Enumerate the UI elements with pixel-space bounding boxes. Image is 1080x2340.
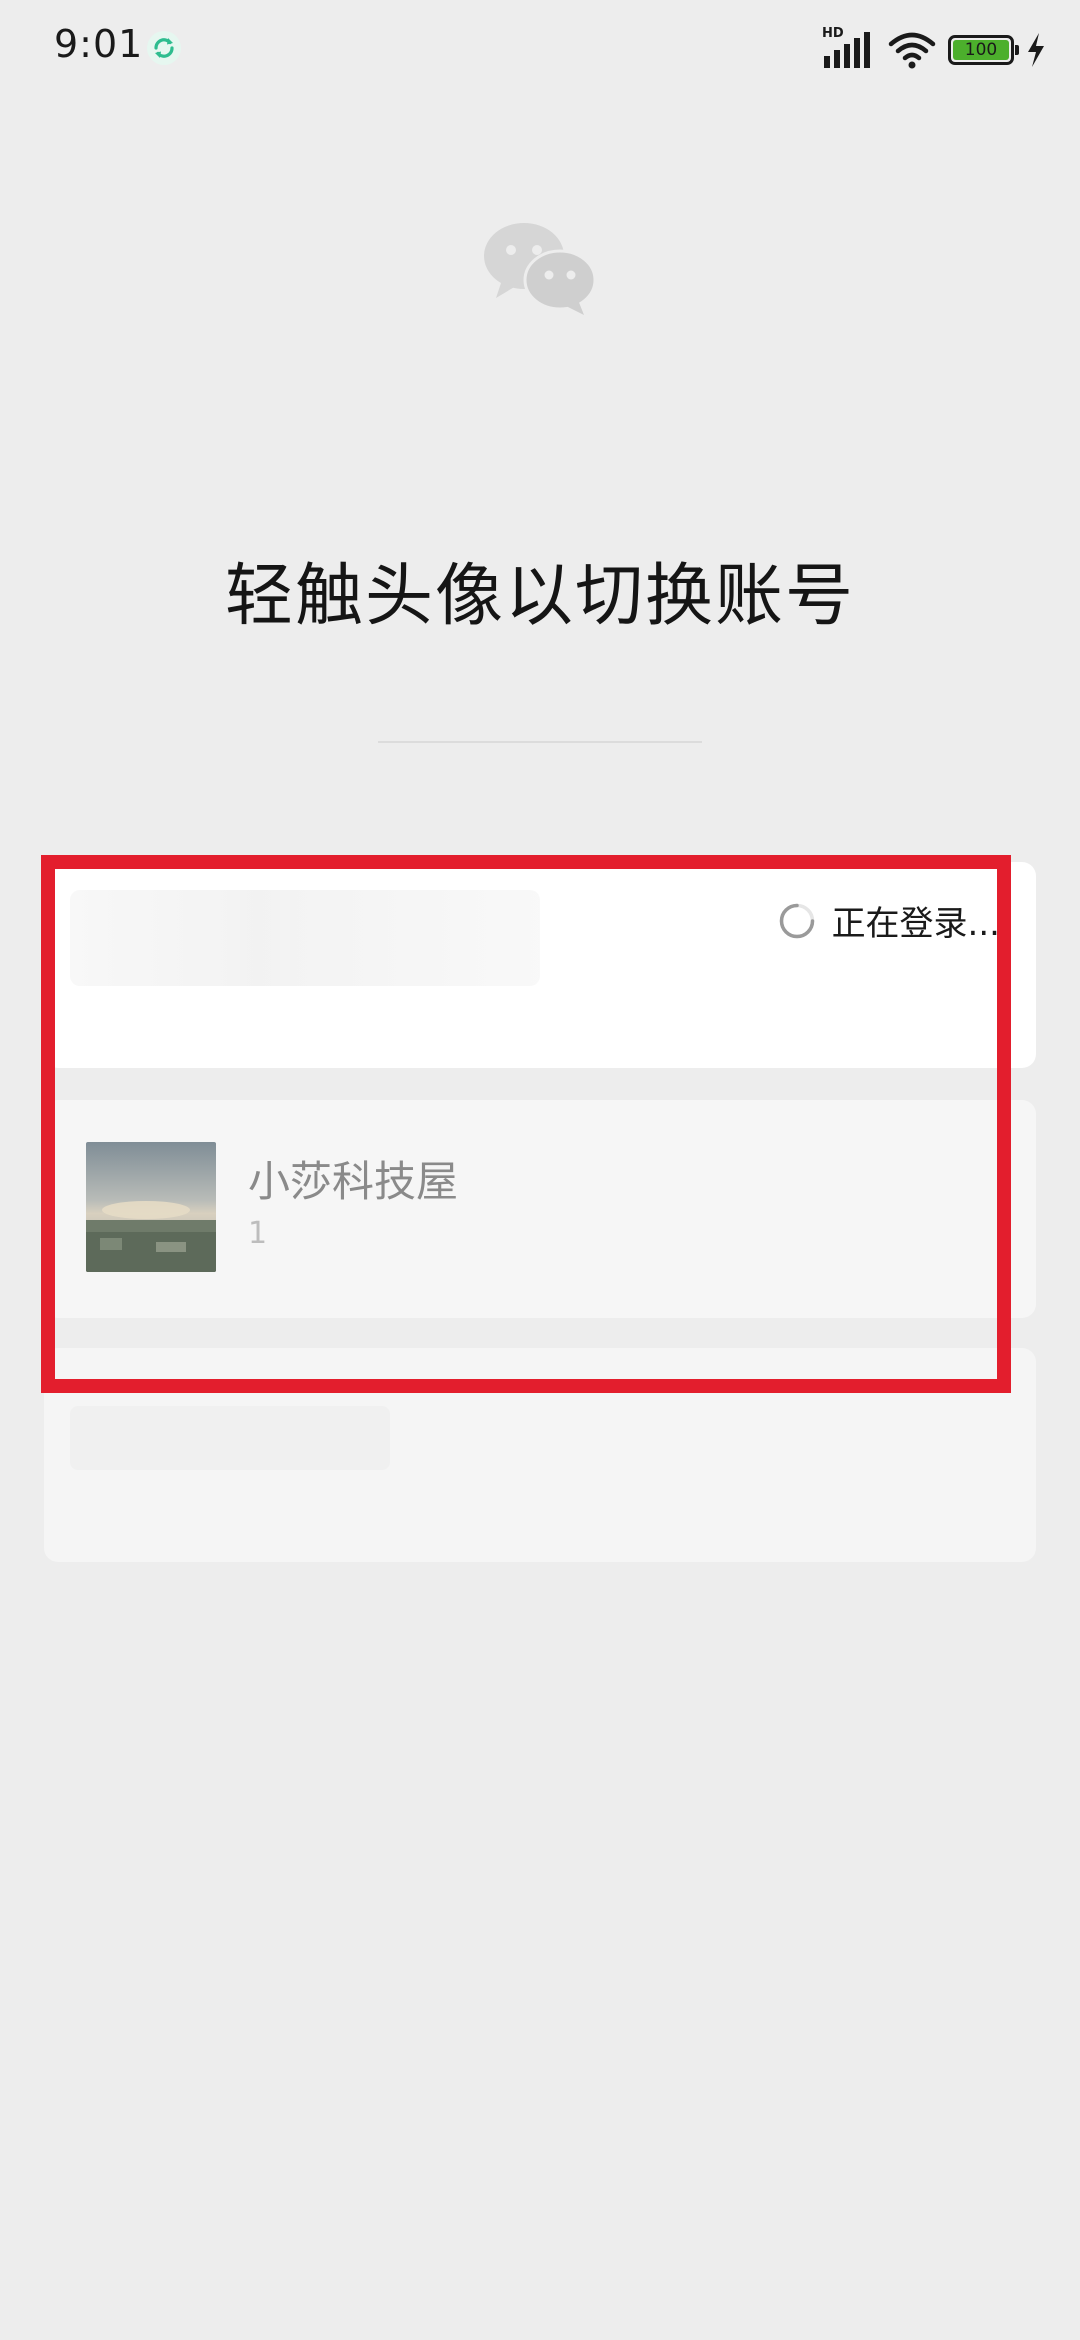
- status-bar: 9:01 HD 100: [0, 0, 1080, 100]
- wechat-logo-icon: [484, 223, 597, 315]
- blurred-account-info: [70, 1406, 390, 1470]
- title-divider: [378, 741, 702, 743]
- status-time: 9:01: [54, 22, 144, 66]
- wifi-icon: [888, 32, 936, 69]
- sync-app-icon: [147, 31, 181, 65]
- account-card-current[interactable]: 正在登录...: [44, 862, 1036, 1068]
- avatar[interactable]: [86, 1142, 216, 1272]
- status-icons: HD 100: [822, 26, 1046, 72]
- battery-level: 100: [953, 40, 1009, 60]
- account-card[interactable]: 小莎科技屋 1: [44, 1100, 1036, 1318]
- account-card-blurred[interactable]: [44, 1348, 1036, 1562]
- signal-icon: HD: [822, 26, 876, 70]
- login-status: 正在登录...: [778, 896, 1000, 945]
- blurred-account-info: [70, 890, 540, 986]
- account-name: 小莎科技屋: [248, 1157, 459, 1206]
- page-title: 轻触头像以切换账号: [224, 557, 855, 636]
- battery-icon: 100: [948, 35, 1019, 65]
- account-id: 1: [248, 1216, 268, 1251]
- loading-spinner-icon: [779, 903, 814, 938]
- charging-icon: [1028, 33, 1044, 67]
- login-status-text: 正在登录...: [831, 904, 1000, 944]
